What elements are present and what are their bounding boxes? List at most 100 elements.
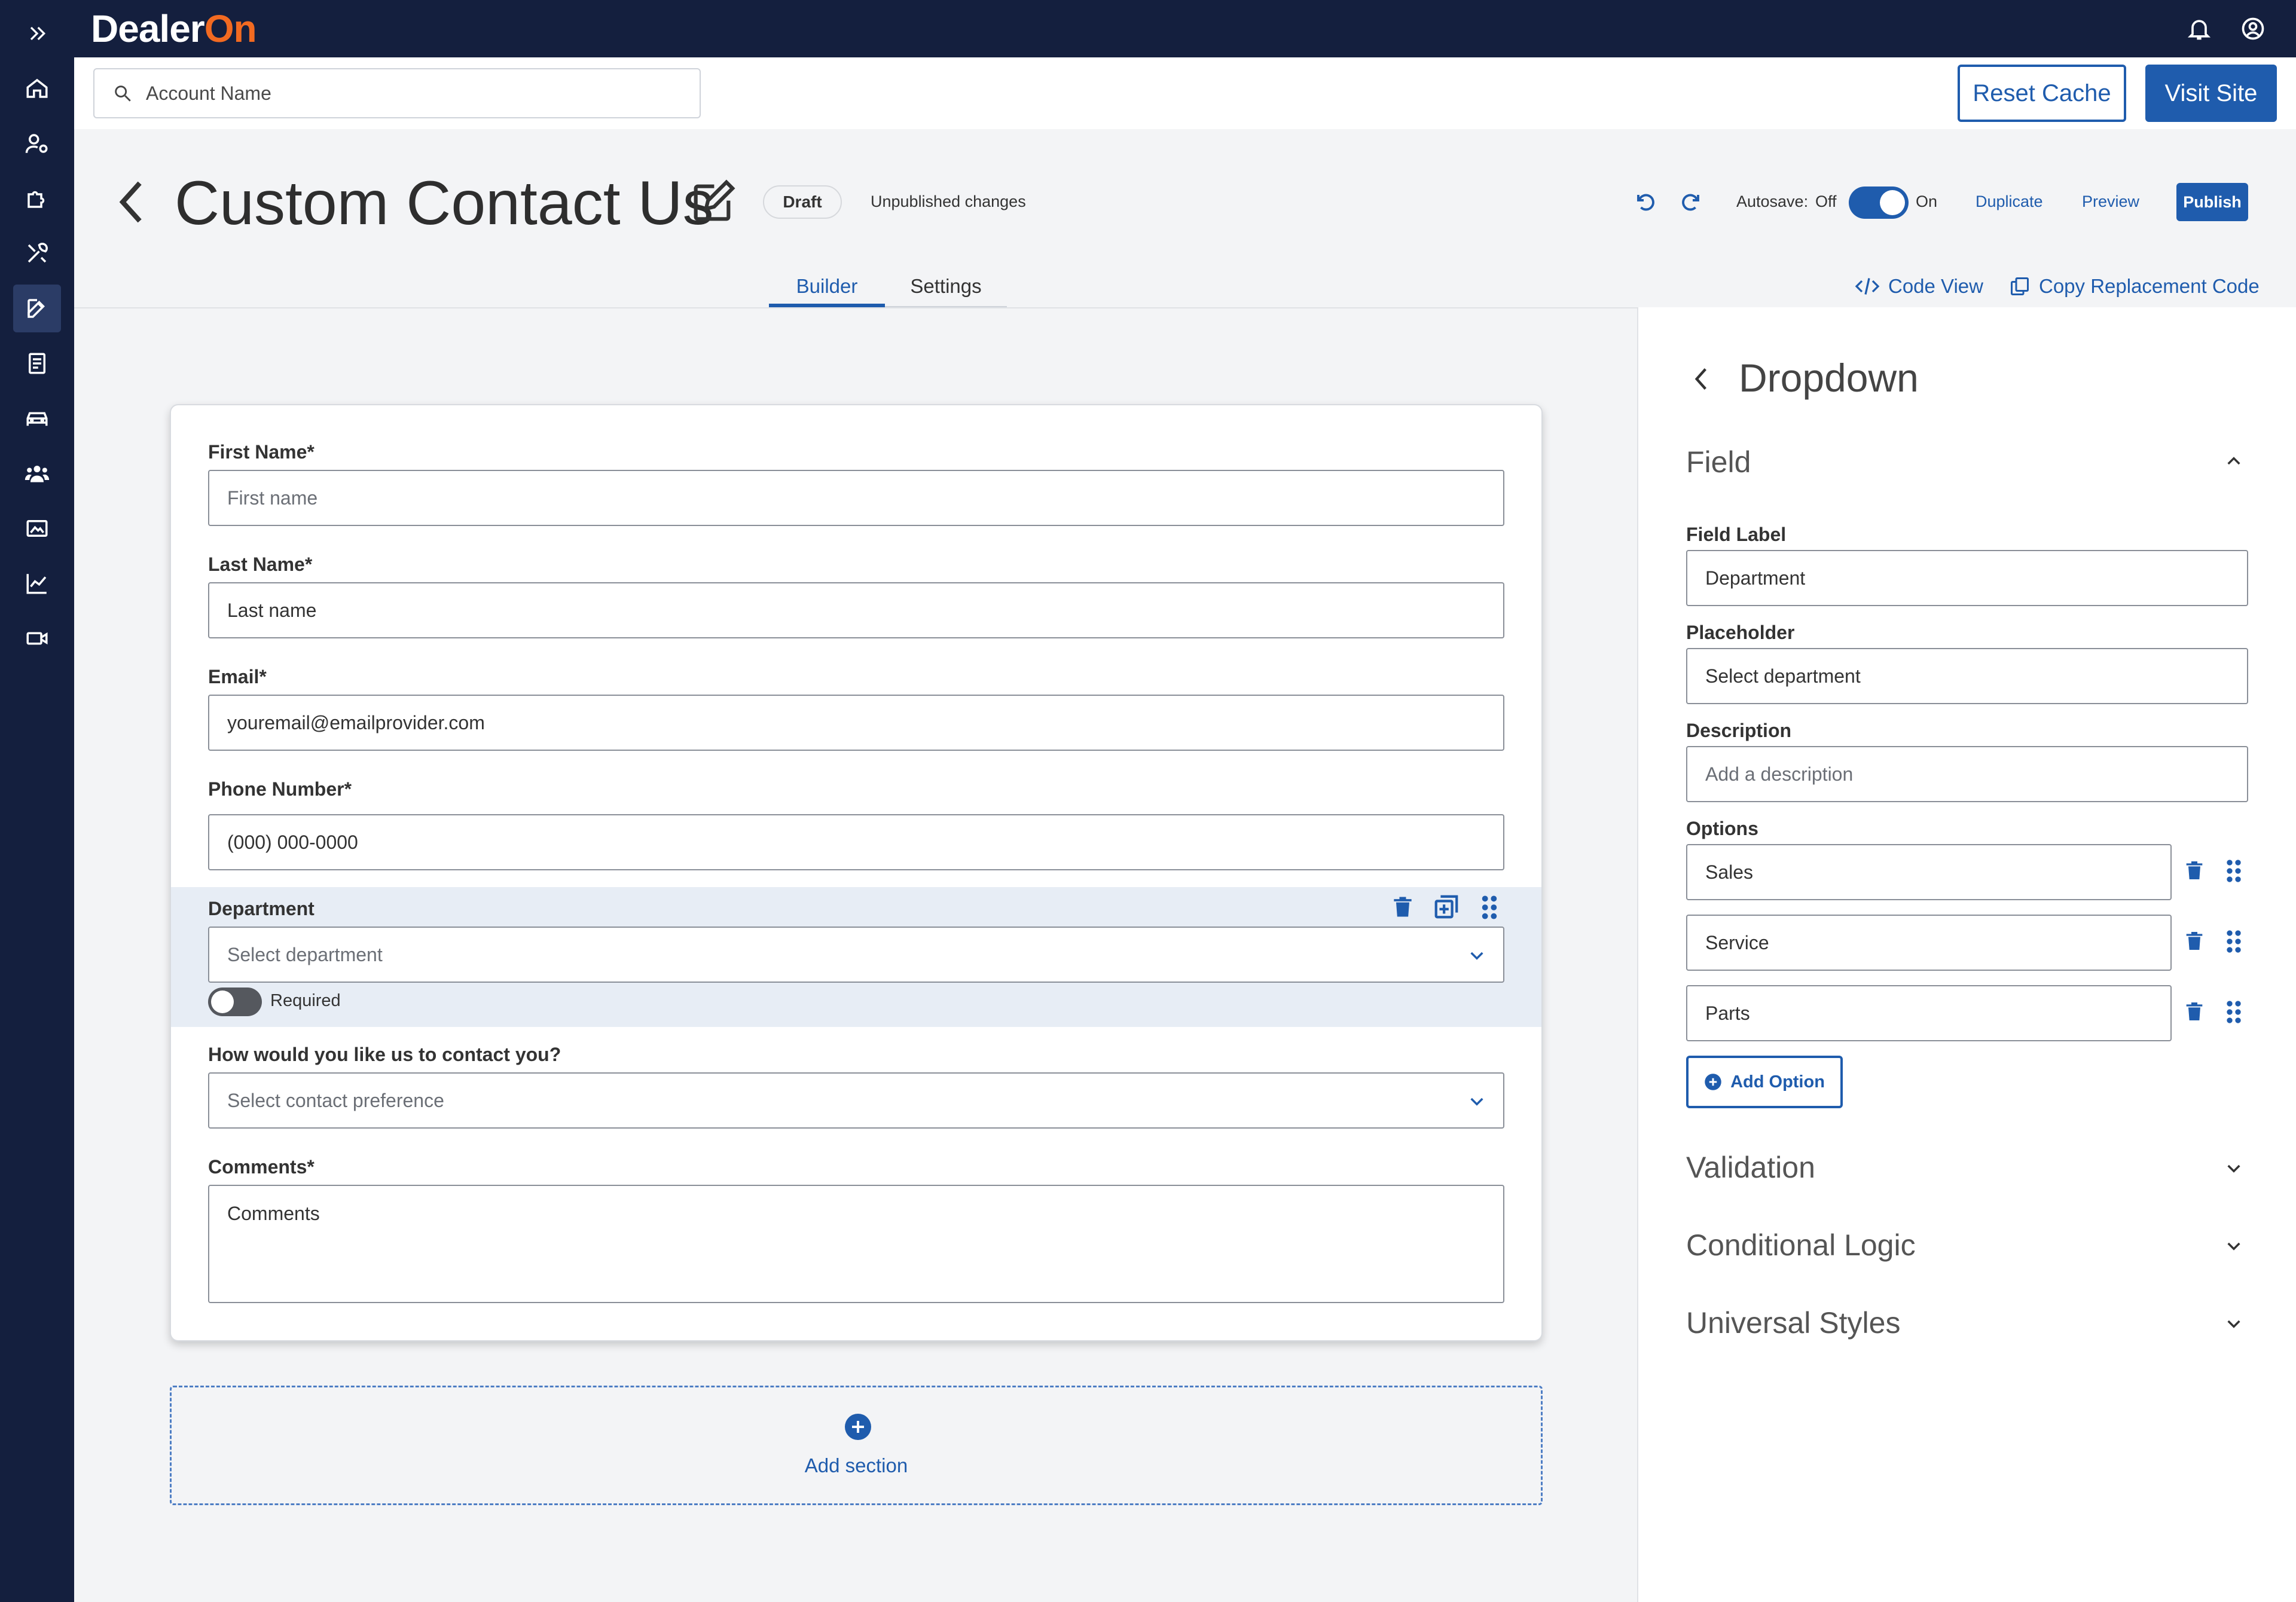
validation-section-header[interactable]: Validation: [1686, 1150, 1815, 1185]
account-search-input[interactable]: Account Name: [93, 68, 701, 118]
comments-label: Comments*: [208, 1156, 315, 1178]
drag-option-handle[interactable]: [2225, 858, 2242, 883]
autosave-toggle[interactable]: [1849, 187, 1909, 219]
drag-option-handle[interactable]: [2225, 929, 2242, 954]
option-input[interactable]: Sales: [1686, 844, 2172, 900]
sidebar-item-home[interactable]: [0, 65, 74, 112]
car-icon: [26, 412, 48, 426]
panel-back-button[interactable]: [1692, 366, 1710, 392]
autosave-on-label: On: [1916, 192, 1938, 210]
placeholder-input[interactable]: Select department: [1686, 648, 2248, 704]
trash-icon: [2186, 932, 2203, 950]
department-select[interactable]: Select department: [208, 927, 1504, 983]
code-view-button[interactable]: Code View: [1855, 275, 1983, 298]
copy-replacement-code-button[interactable]: Copy Replacement Code: [2009, 275, 2260, 298]
required-label: Required: [270, 991, 341, 1010]
chevron-down-icon: [2227, 1320, 2240, 1328]
undo-button[interactable]: [1635, 191, 1656, 213]
first-name-label: First Name*: [208, 441, 315, 463]
add-section-label: Add section: [804, 1454, 908, 1476]
tools-icon: [28, 243, 48, 263]
options-label: Options: [1686, 818, 1758, 839]
back-button[interactable]: [117, 179, 147, 225]
preview-button[interactable]: Preview: [2082, 192, 2139, 211]
phone-field[interactable]: (000) 000-0000: [208, 814, 1504, 870]
email-field[interactable]: youremail@emailprovider.com: [208, 695, 1504, 751]
tab-settings[interactable]: Settings: [885, 275, 1007, 298]
account-button[interactable]: [2240, 16, 2266, 42]
undo-icon: [1637, 194, 1654, 211]
comments-textarea[interactable]: Comments: [208, 1185, 1504, 1303]
sidebar-item-tools[interactable]: [0, 230, 74, 277]
expand-universal-styles-section[interactable]: [2222, 1314, 2246, 1333]
redo-button[interactable]: [1680, 191, 1702, 213]
last-name-label: Last Name*: [208, 554, 313, 575]
dealeron-logo[interactable]: Dealer On: [91, 5, 257, 53]
universal-styles-section-header[interactable]: Universal Styles: [1686, 1306, 1900, 1340]
active-tab-indicator: [769, 304, 885, 307]
puzzle-icon: [28, 191, 45, 208]
sidebar-item-inventory[interactable]: [0, 395, 74, 442]
option-input[interactable]: Service: [1686, 915, 2172, 971]
duplicate-button[interactable]: Duplicate: [1976, 192, 2043, 211]
line-chart-icon: [26, 574, 47, 594]
drag-field-handle[interactable]: [1480, 894, 1498, 921]
sidebar-item-plugins[interactable]: [0, 175, 74, 222]
conditional-logic-section-header[interactable]: Conditional Logic: [1686, 1228, 1916, 1262]
drag-option-handle[interactable]: [2225, 999, 2242, 1025]
status-badge: Draft: [763, 185, 842, 219]
autosave-label: Autosave:: [1736, 192, 1809, 210]
description-input[interactable]: Add a description: [1686, 746, 2248, 802]
edit-title-button[interactable]: [688, 178, 737, 227]
reset-cache-button[interactable]: Reset Cache: [1958, 65, 2126, 122]
sidebar-item-video[interactable]: [0, 614, 74, 662]
copy-code-label: Copy Replacement Code: [2039, 275, 2260, 297]
tab-divider: [885, 306, 1007, 307]
expand-validation-section[interactable]: [2222, 1158, 2246, 1178]
last-name-value: Last name: [227, 599, 317, 621]
bell-icon: [2187, 20, 2211, 40]
chevron-down-icon: [1470, 952, 1483, 960]
phone-label: Phone Number*: [208, 778, 352, 800]
required-toggle[interactable]: [208, 988, 262, 1016]
expand-conditional-logic-section[interactable]: [2222, 1236, 2246, 1255]
first-name-field[interactable]: First name: [208, 470, 1504, 526]
logo-accent-text: On: [204, 7, 257, 50]
phone-value: (000) 000-0000: [227, 831, 358, 853]
document-icon: [29, 353, 45, 374]
tab-builder[interactable]: Builder: [769, 275, 885, 298]
sidebar-item-analytics[interactable]: [0, 560, 74, 607]
sidebar-item-media[interactable]: [0, 505, 74, 552]
sidebar-item-team[interactable]: [0, 450, 74, 497]
sidebar-item-editor[interactable]: [0, 285, 74, 332]
last-name-field[interactable]: Last name: [208, 582, 1504, 638]
duplicate-field-button[interactable]: [1433, 893, 1460, 921]
delete-option-button[interactable]: [2182, 928, 2206, 954]
field-label-input[interactable]: Department: [1686, 550, 2248, 606]
field-section-header[interactable]: Field: [1686, 445, 1751, 479]
visit-site-button[interactable]: Visit Site: [2145, 65, 2277, 122]
delete-option-button[interactable]: [2182, 998, 2206, 1025]
add-option-button[interactable]: Add Option: [1686, 1056, 1843, 1108]
expand-sidebar-button[interactable]: [0, 10, 74, 57]
notifications-button[interactable]: [2186, 16, 2212, 42]
field-label-label: Field Label: [1686, 524, 1787, 545]
delete-option-button[interactable]: [2182, 857, 2206, 883]
field-label-value: Department: [1705, 567, 1806, 589]
add-section-button[interactable]: Add section: [170, 1386, 1543, 1505]
search-placeholder: Account Name: [146, 82, 271, 104]
contact-preference-placeholder: Select contact preference: [227, 1089, 444, 1111]
chevron-down-icon: [1470, 1097, 1483, 1106]
collapse-field-section[interactable]: [2222, 452, 2246, 471]
delete-field-button[interactable]: [1390, 893, 1416, 921]
sidebar-item-users[interactable]: [0, 120, 74, 167]
sidebar-item-documents[interactable]: [0, 340, 74, 387]
option-input[interactable]: Parts: [1686, 985, 2172, 1041]
plus-circle-icon: [845, 1414, 871, 1440]
chevron-left-icon: [1694, 368, 1706, 390]
contact-preference-select[interactable]: Select contact preference: [208, 1072, 1504, 1129]
publish-button[interactable]: Publish: [2176, 183, 2248, 221]
user-settings-icon: [25, 134, 48, 153]
plus-circle-icon: [1705, 1074, 1721, 1090]
department-placeholder: Select department: [227, 943, 383, 965]
